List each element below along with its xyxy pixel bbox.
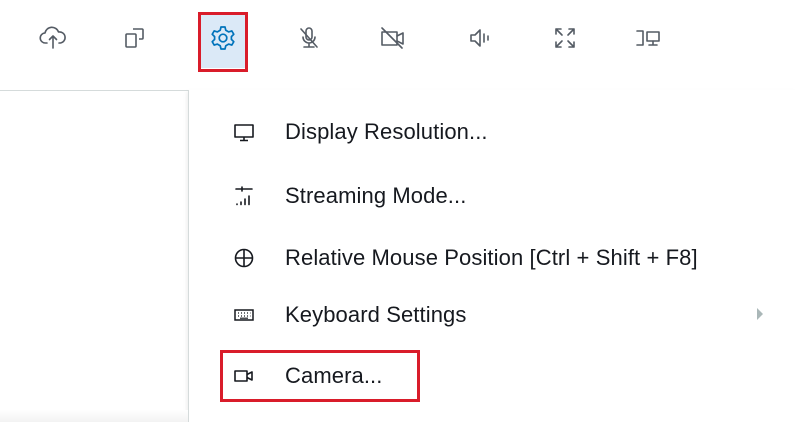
rotate-device-button[interactable] xyxy=(110,12,160,68)
background-fade xyxy=(0,410,188,422)
crosshair-icon xyxy=(233,247,255,269)
settings-button[interactable] xyxy=(198,12,248,68)
dual-monitor-button[interactable] xyxy=(623,12,673,68)
gear-icon xyxy=(208,23,238,58)
menu-item-camera[interactable]: Camera... xyxy=(189,346,795,406)
fullscreen-button[interactable] xyxy=(540,12,590,68)
menu-item-label: Relative Mouse Position [Ctrl + Shift + … xyxy=(285,245,698,270)
keyboard-icon xyxy=(233,304,255,326)
settings-menu: Display Resolution... Streaming Mode... … xyxy=(188,90,795,422)
menu-item-label: Camera... xyxy=(285,363,383,388)
dual-monitor-icon xyxy=(633,23,663,58)
signal-bars-icon xyxy=(233,185,255,207)
video-button[interactable] xyxy=(368,12,418,68)
menu-item-label: Keyboard Settings xyxy=(285,302,467,327)
menu-item-keyboard-settings[interactable]: Keyboard Settings xyxy=(189,285,795,345)
menu-item-streaming-mode[interactable]: Streaming Mode... xyxy=(189,166,795,226)
upload-button[interactable] xyxy=(28,12,78,68)
fullscreen-icon xyxy=(550,23,580,58)
toolbar xyxy=(0,0,795,91)
rotate-device-icon xyxy=(120,23,150,58)
menu-item-display-resolution[interactable]: Display Resolution... xyxy=(189,102,795,162)
microphone-button[interactable] xyxy=(284,12,334,68)
menu-item-label: Display Resolution... xyxy=(285,119,488,144)
audio-button[interactable] xyxy=(455,12,505,68)
speaker-icon xyxy=(465,23,495,58)
camera-icon xyxy=(233,365,255,387)
monitor-icon xyxy=(233,121,255,143)
cloud-upload-icon xyxy=(38,23,68,58)
video-camera-off-icon xyxy=(378,23,408,58)
microphone-muted-icon xyxy=(294,23,324,58)
menu-item-label: Streaming Mode... xyxy=(285,183,467,208)
menu-item-relative-mouse-position[interactable]: Relative Mouse Position [Ctrl + Shift + … xyxy=(189,228,795,288)
submenu-arrow-icon xyxy=(757,308,763,320)
